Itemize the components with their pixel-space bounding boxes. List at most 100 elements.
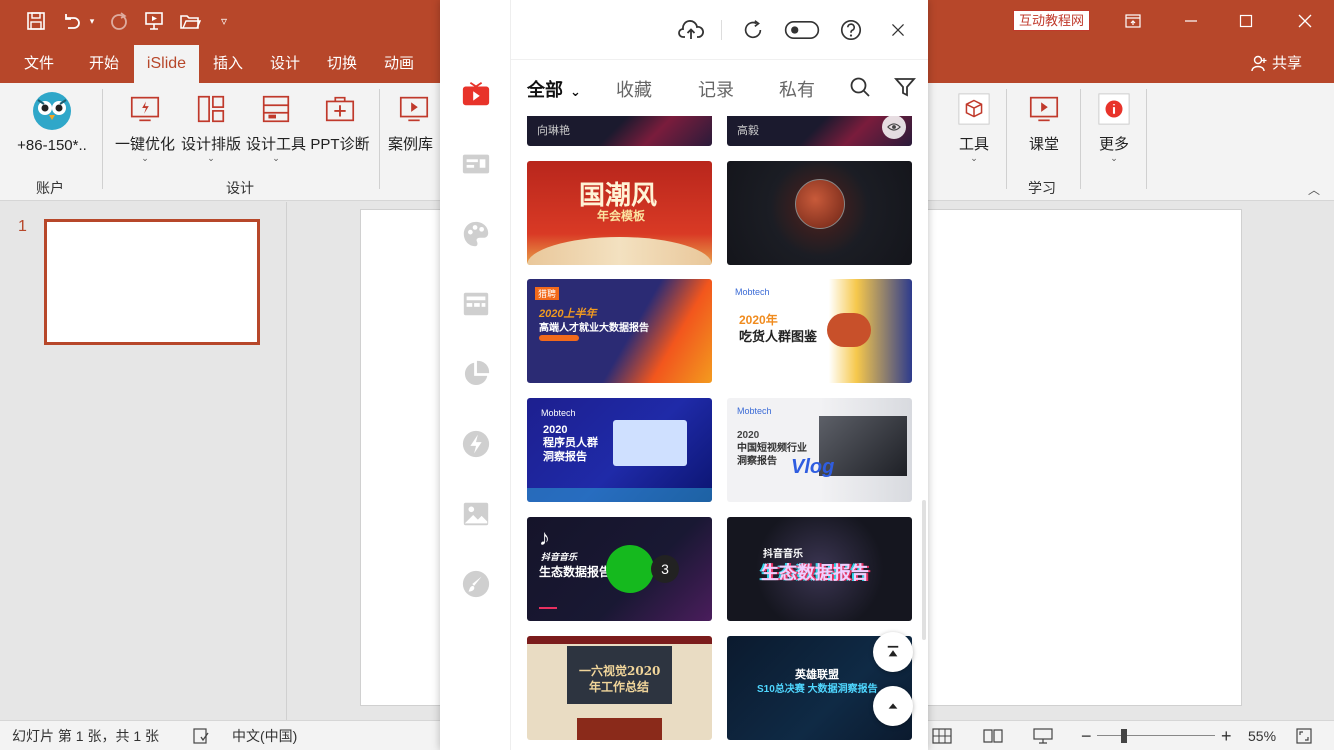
toggle-switch[interactable] bbox=[783, 17, 821, 43]
tab-islide[interactable]: iSlide bbox=[134, 45, 199, 83]
scroll-to-top-button[interactable] bbox=[873, 632, 913, 672]
more-button[interactable]: 更多 ⌄ bbox=[1088, 91, 1140, 163]
tab-animations[interactable]: 动画 bbox=[374, 45, 424, 83]
tab-home[interactable]: 开始 bbox=[78, 45, 130, 83]
case-library-icon bbox=[396, 91, 432, 127]
minimize-icon[interactable] bbox=[1166, 0, 1216, 42]
fit-to-window-icon[interactable] bbox=[1296, 721, 1312, 750]
scroll-up-button[interactable] bbox=[873, 686, 913, 726]
tools-button[interactable]: 工具 ⌄ bbox=[948, 91, 1000, 163]
save-icon[interactable] bbox=[22, 0, 50, 42]
close-icon[interactable] bbox=[1280, 0, 1330, 42]
layout-template-icon[interactable] bbox=[460, 288, 492, 320]
reading-view-icon[interactable] bbox=[983, 721, 1003, 750]
chevron-down-icon: ⌄ bbox=[1110, 153, 1118, 163]
ppt-diagnose-button[interactable]: PPT诊断 bbox=[308, 91, 372, 154]
tab-design[interactable]: 设计 bbox=[260, 45, 310, 83]
one-click-optimize-button[interactable]: 一键优化 ⌄ bbox=[113, 91, 177, 163]
brush-icon[interactable] bbox=[460, 568, 492, 600]
case-library-button[interactable]: 案例库 bbox=[388, 91, 444, 154]
screen-graphic bbox=[613, 420, 687, 466]
slide-info: 幻灯片 第 1 张，共 1 张 bbox=[12, 728, 160, 744]
group-design-label: 设计 bbox=[226, 180, 254, 196]
template-card[interactable]: Mobtech 2020 中国短视频行业洞察报告 Vlog bbox=[727, 398, 912, 502]
lightning-icon[interactable] bbox=[460, 428, 492, 460]
zoom-out-button[interactable]: − bbox=[1081, 721, 1092, 750]
redo-icon[interactable] bbox=[106, 0, 132, 42]
food-graphic bbox=[827, 313, 871, 347]
optimize-icon bbox=[127, 91, 163, 127]
filter-tab-history[interactable]: 记录 bbox=[698, 76, 734, 102]
template-card[interactable]: 抖音音乐 生态数据报告 bbox=[727, 517, 912, 621]
palette-icon[interactable] bbox=[460, 218, 492, 250]
to-top-icon bbox=[887, 645, 899, 657]
card-title: 一六视觉2020 bbox=[579, 664, 661, 678]
design-layout-button[interactable]: 设计排版 ⌄ bbox=[179, 91, 243, 163]
template-card[interactable]: 向琳艳 bbox=[527, 116, 712, 146]
language-status[interactable]: 中文(中国) bbox=[232, 721, 297, 750]
slide-thumbnail[interactable] bbox=[44, 219, 260, 345]
info-icon bbox=[1096, 91, 1132, 127]
zoom-slider-thumb[interactable] bbox=[1121, 729, 1127, 743]
medkit-icon bbox=[322, 91, 358, 127]
classroom-button[interactable]: 课堂 bbox=[1018, 91, 1070, 154]
preview-eye-icon[interactable] bbox=[882, 116, 906, 139]
slideshow-icon[interactable] bbox=[1033, 721, 1053, 750]
card-decoration bbox=[527, 237, 712, 265]
video-lesson-icon bbox=[1026, 91, 1062, 127]
template-card[interactable]: 一六视觉2020 年工作总结 bbox=[527, 636, 712, 740]
card-title: 抖音音乐 bbox=[541, 552, 578, 562]
pie-chart-icon[interactable] bbox=[460, 358, 492, 390]
share-button[interactable]: 共享 bbox=[1250, 42, 1302, 83]
cloud-upload-icon[interactable] bbox=[678, 17, 704, 43]
filter-tab-private[interactable]: 私有 bbox=[779, 76, 815, 102]
refresh-icon[interactable] bbox=[740, 17, 766, 43]
group-separator bbox=[379, 89, 380, 189]
template-card[interactable]: Mobtech 2020年 吃货人群图鉴 bbox=[727, 279, 912, 383]
collapse-ribbon-icon[interactable]: ︿ bbox=[1308, 181, 1320, 198]
filter-icon[interactable] bbox=[894, 76, 916, 101]
template-card[interactable]: 高毅 bbox=[727, 116, 912, 146]
template-card[interactable] bbox=[727, 161, 912, 265]
customize-toolbar-icon[interactable]: ▿ bbox=[214, 0, 234, 42]
video-library-icon[interactable] bbox=[460, 78, 492, 110]
template-card[interactable]: 国潮风 年会模板 bbox=[527, 161, 712, 265]
design-tools-button[interactable]: 设计工具 ⌄ bbox=[244, 91, 308, 163]
card-decoration bbox=[539, 607, 557, 609]
group-separator bbox=[102, 89, 103, 189]
card-subtitle: 年会模板 bbox=[597, 209, 646, 223]
optimize-label: 一键优化 bbox=[114, 136, 175, 153]
maximize-icon[interactable] bbox=[1221, 0, 1271, 42]
help-icon[interactable] bbox=[838, 17, 864, 43]
normal-view-icon[interactable] bbox=[932, 721, 952, 750]
chevron-down-icon: ⌄ bbox=[272, 153, 280, 163]
template-card[interactable]: 猎聘 2020上半年 高端人才就业大数据报告 bbox=[527, 279, 712, 383]
zoom-level[interactable]: 55% bbox=[1248, 721, 1276, 750]
tab-insert[interactable]: 插入 bbox=[203, 45, 253, 83]
undo-icon[interactable] bbox=[58, 0, 84, 42]
tools-label: 工具 bbox=[958, 136, 989, 153]
search-icon[interactable] bbox=[849, 76, 871, 101]
panel-scrollbar[interactable] bbox=[922, 500, 926, 640]
tab-transitions[interactable]: 切换 bbox=[317, 45, 367, 83]
image-icon[interactable] bbox=[460, 498, 492, 530]
undo-dropdown-icon[interactable]: ▾ bbox=[86, 0, 98, 42]
close-panel-icon[interactable] bbox=[885, 17, 911, 43]
filter-tab-all[interactable]: 全部 ⌄ bbox=[527, 76, 581, 102]
card-extra-text: Vlog bbox=[791, 456, 835, 478]
present-icon[interactable] bbox=[140, 0, 168, 42]
template-card[interactable]: Mobtech 2020 程序员人群洞察报告 bbox=[527, 398, 712, 502]
account-button[interactable]: +86-150*.. bbox=[10, 91, 94, 154]
accessibility-icon[interactable] bbox=[192, 721, 210, 750]
panel-sidebar bbox=[440, 0, 511, 750]
ribbon-display-icon[interactable] bbox=[1108, 0, 1158, 42]
card-icon[interactable] bbox=[460, 148, 492, 180]
open-folder-icon[interactable] bbox=[176, 0, 204, 42]
zoom-slider-track[interactable] bbox=[1097, 735, 1215, 736]
more-label: 更多 bbox=[1098, 136, 1129, 153]
zoom-in-button[interactable]: + bbox=[1221, 721, 1232, 750]
filter-tab-favorites[interactable]: 收藏 bbox=[616, 76, 652, 102]
filter-tab-all-label: 全部 bbox=[527, 80, 563, 100]
group-separator bbox=[1080, 89, 1081, 189]
tab-file[interactable]: 文件 bbox=[14, 45, 64, 83]
